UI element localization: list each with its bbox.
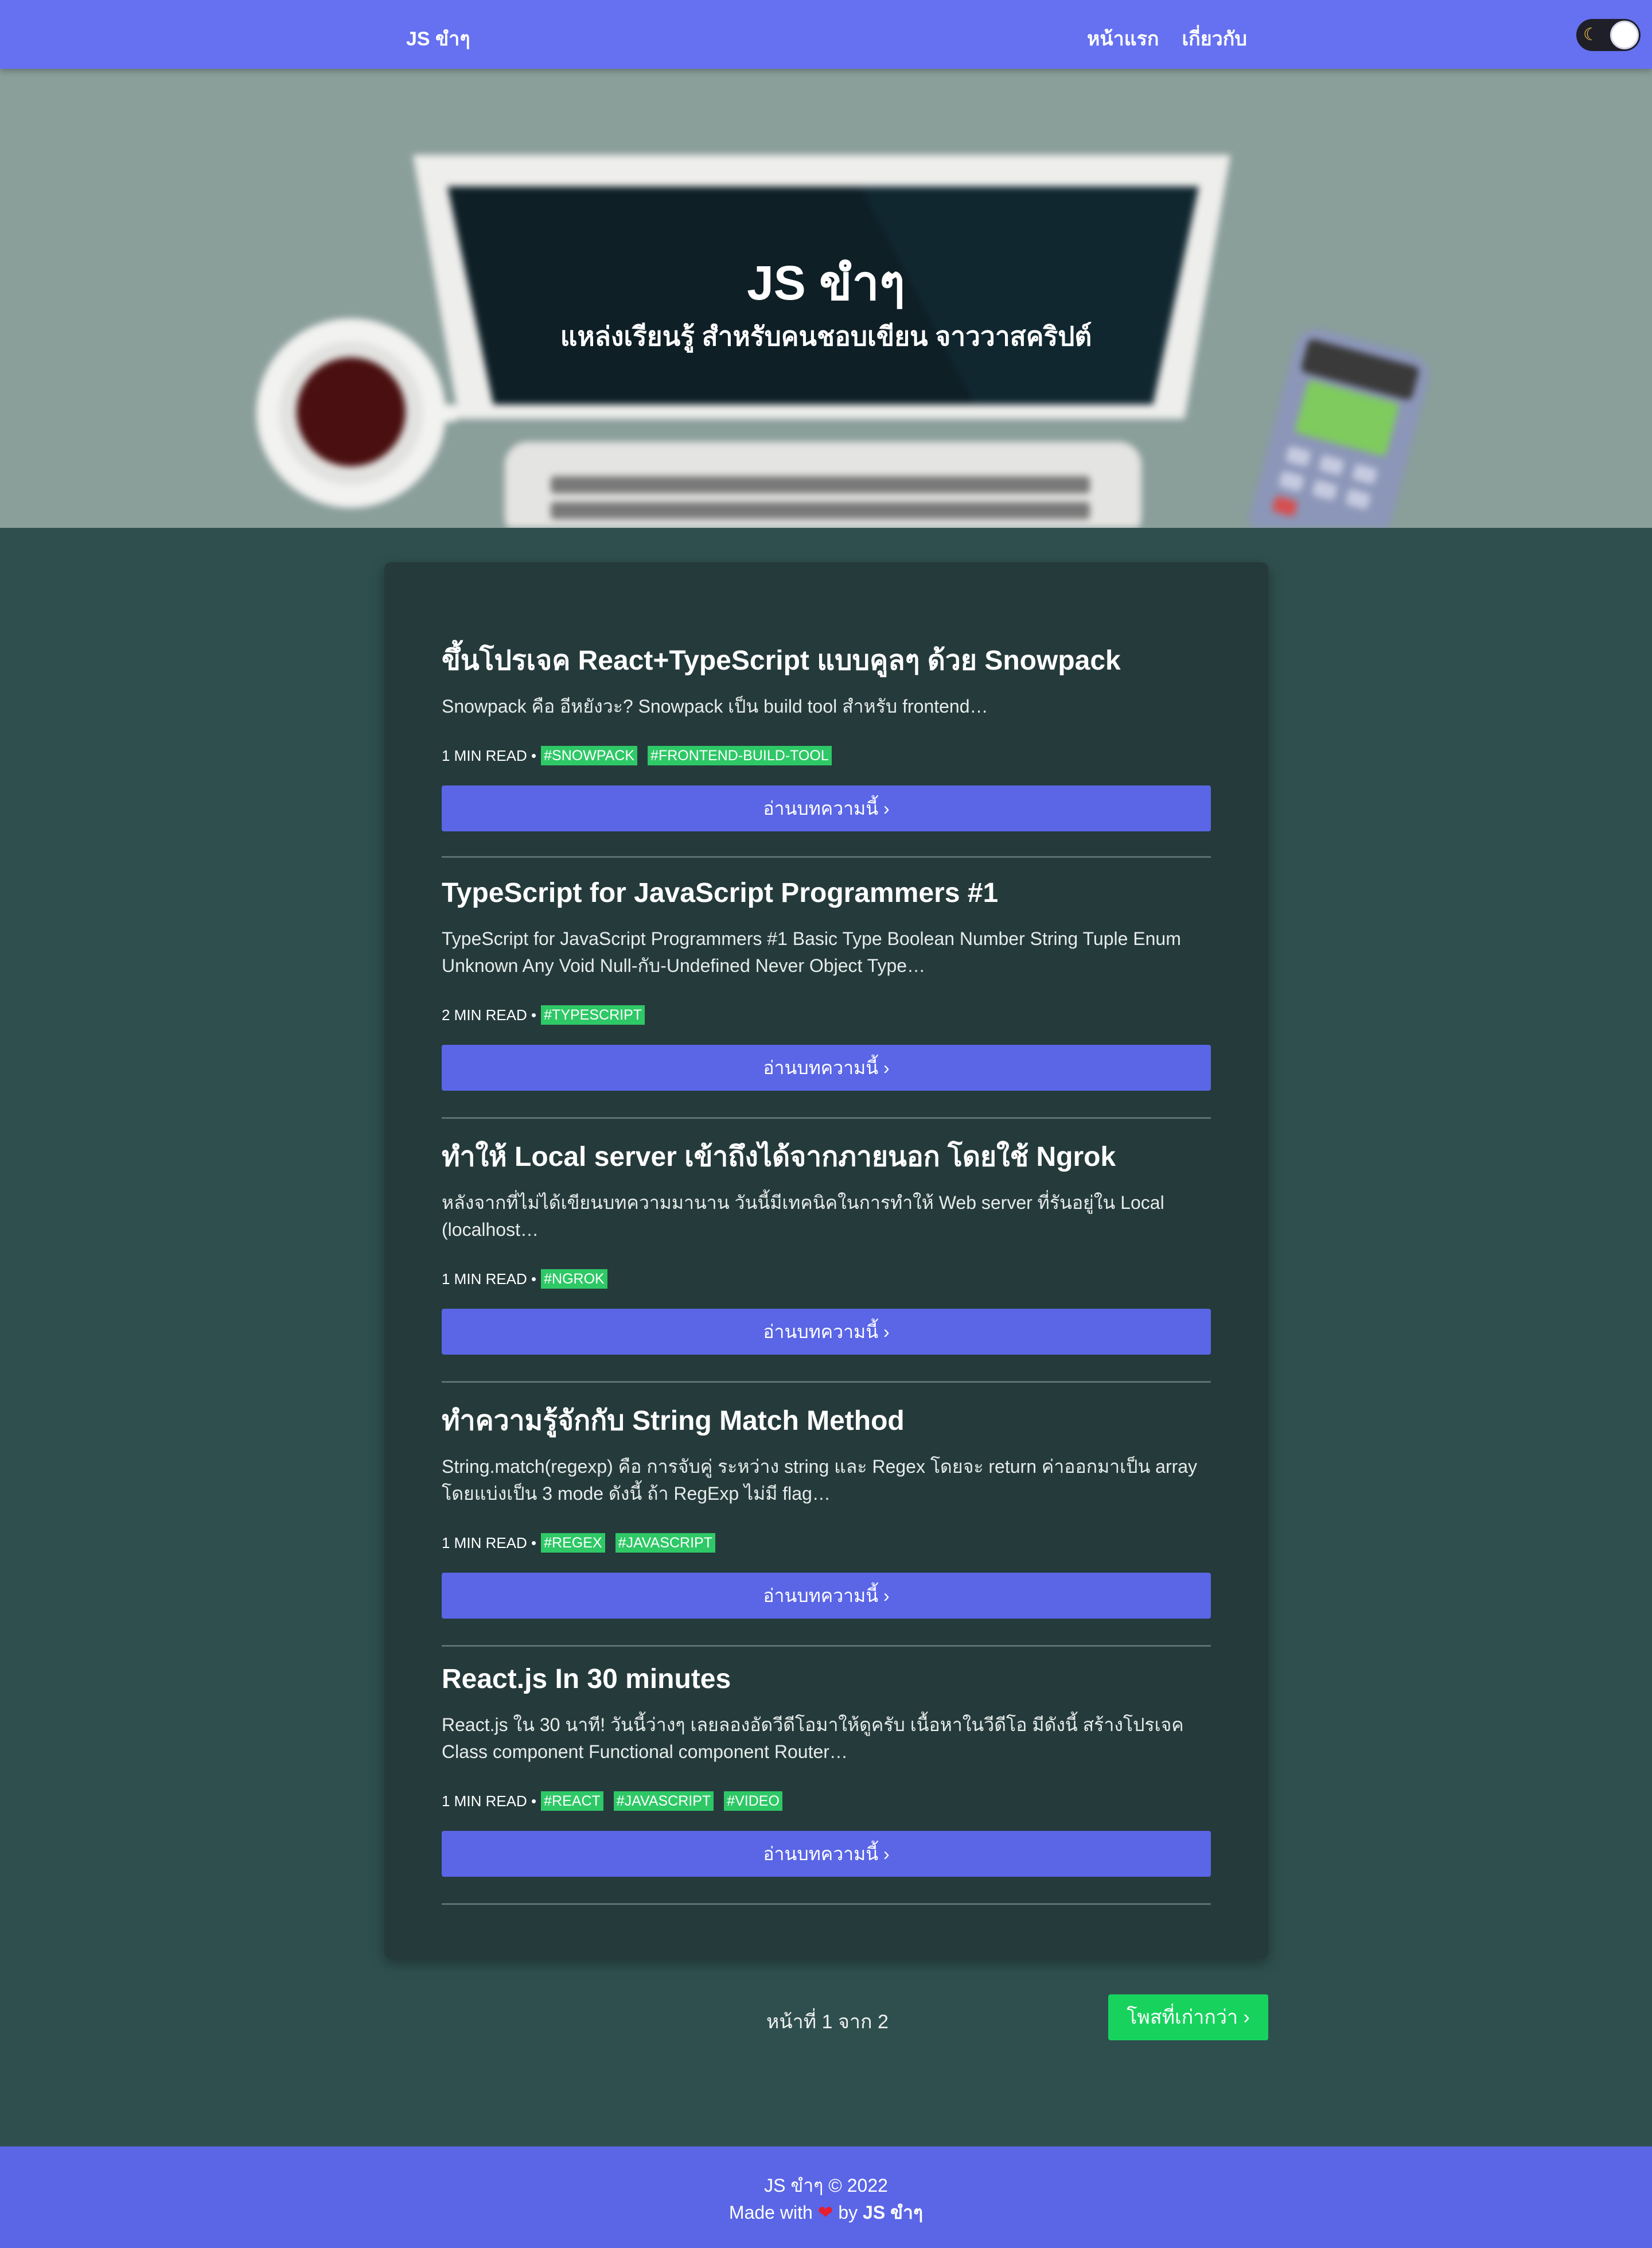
- pagination-info: หน้าที่ 1 จาก 2: [766, 2011, 889, 2033]
- post-meta: 2 MIN READ • #TYPESCRIPT: [442, 1005, 1211, 1025]
- read-article-button[interactable]: อ่านบทความนี้ ›: [442, 1573, 1211, 1619]
- post-title[interactable]: ทำความรู้จักกับ String Match Method: [442, 1404, 1211, 1438]
- tag-badge[interactable]: #REGEX: [541, 1533, 605, 1553]
- dark-mode-toggle[interactable]: ☾: [1576, 19, 1641, 51]
- brand-logo[interactable]: JS ขำๆ: [406, 23, 470, 54]
- post-list-card: ขึ้นโปรเจค React+TypeScript แบบคูลๆ ด้วย…: [384, 562, 1268, 1959]
- post-meta: 1 MIN READ • #SNOWPACK #FRONTEND-BUILD-T…: [442, 745, 1211, 766]
- footer: JS ขำๆ © 2022 Made with ❤ by JS ขำๆ: [0, 2146, 1652, 2248]
- read-article-button[interactable]: อ่านบทความนี้ ›: [442, 1831, 1211, 1877]
- post-meta: 1 MIN READ • #REACT #JAVASCRIPT #VIDEO: [442, 1791, 1211, 1811]
- hero-title: JS ขำๆ: [747, 256, 905, 310]
- post-meta: 1 MIN READ • #REGEX #JAVASCRIPT: [442, 1533, 1211, 1553]
- post-title[interactable]: React.js In 30 minutes: [442, 1662, 1211, 1697]
- nav-link-home[interactable]: หน้าแรก: [1087, 23, 1159, 54]
- post-item: React.js In 30 minutes React.js ใน 30 นา…: [442, 1662, 1211, 1905]
- read-article-button[interactable]: อ่านบทความนี้ ›: [442, 1309, 1211, 1355]
- tag-badge[interactable]: #TYPESCRIPT: [541, 1005, 645, 1025]
- post-meta: 1 MIN READ • #NGROK: [442, 1269, 1211, 1289]
- post-item: ทำความรู้จักกับ String Match Method Stri…: [442, 1404, 1211, 1647]
- footer-made-with: Made with ❤ by JS ขำๆ: [0, 2198, 1652, 2227]
- post-item: ขึ้นโปรเจค React+TypeScript แบบคูลๆ ด้วย…: [442, 644, 1211, 858]
- by-text: by: [838, 2202, 858, 2223]
- post-excerpt: Snowpack คือ อีหยังวะ? Snowpack เป็น bui…: [442, 696, 988, 717]
- nav-link-about[interactable]: เกี่ยวกับ: [1182, 23, 1247, 54]
- post-title[interactable]: ทำให้ Local server เข้าถึงได้จากภายนอก โ…: [442, 1140, 1211, 1174]
- moon-icon: ☾: [1583, 25, 1599, 44]
- tag-badge[interactable]: #JAVASCRIPT: [615, 1533, 715, 1553]
- nav-links: หน้าแรก เกี่ยวกับ: [1087, 23, 1247, 54]
- footer-author-link[interactable]: JS ขำๆ: [863, 2202, 923, 2223]
- tag-badge[interactable]: #FRONTEND-BUILD-TOOL: [648, 746, 832, 765]
- tag-badge[interactable]: #VIDEO: [724, 1791, 782, 1811]
- heart-icon: ❤: [817, 2202, 833, 2223]
- read-time: 2 MIN READ •: [442, 1006, 537, 1024]
- read-time: 1 MIN READ •: [442, 1792, 537, 1810]
- tag-badge[interactable]: #SNOWPACK: [541, 746, 638, 765]
- post-excerpt: TypeScript for JavaScript Programmers #1…: [442, 928, 1181, 976]
- post-excerpt: หลังจากที่ไม่ได้เขียนบทความมานาน วันนี้ม…: [442, 1192, 1164, 1240]
- post-excerpt: React.js ใน 30 นาที! วันนี้ว่างๆ เลยลองอ…: [442, 1714, 1184, 1762]
- read-article-button[interactable]: อ่านบทความนี้ ›: [442, 785, 1211, 831]
- read-time: 1 MIN READ •: [442, 1534, 537, 1551]
- navbar: JS ขำๆ หน้าแรก เกี่ยวกับ ☾: [0, 0, 1652, 69]
- post-title[interactable]: TypeScript for JavaScript Programmers #1: [442, 876, 1211, 911]
- footer-copyright: JS ขำๆ © 2022: [764, 2175, 888, 2196]
- made-with-text: Made with: [728, 2202, 813, 2223]
- toggle-knob: [1610, 21, 1639, 49]
- post-excerpt: String.match(regexp) คือ การจับคู่ ระหว่…: [442, 1456, 1198, 1504]
- read-time: 1 MIN READ •: [442, 1270, 537, 1288]
- tag-badge[interactable]: #JAVASCRIPT: [613, 1791, 714, 1811]
- post-item: ทำให้ Local server เข้าถึงได้จากภายนอก โ…: [442, 1140, 1211, 1383]
- tag-badge[interactable]: #REACT: [541, 1791, 603, 1811]
- read-time: 1 MIN READ •: [442, 746, 537, 764]
- post-item: TypeScript for JavaScript Programmers #1…: [442, 876, 1211, 1119]
- post-title[interactable]: ขึ้นโปรเจค React+TypeScript แบบคูลๆ ด้วย…: [442, 644, 1211, 678]
- tag-badge[interactable]: #NGROK: [541, 1269, 607, 1289]
- hero-banner: JS ขำๆ แหล่งเรียนรู้ สำหรับคนชอบเขียน จา…: [0, 69, 1652, 528]
- older-posts-button[interactable]: โพสที่เก่ากว่า ›: [1108, 1994, 1268, 2040]
- hero-subtitle: แหล่งเรียนรู้ สำหรับคนชอบเขียน จาววาสคริ…: [560, 321, 1092, 351]
- read-article-button[interactable]: อ่านบทความนี้ ›: [442, 1045, 1211, 1091]
